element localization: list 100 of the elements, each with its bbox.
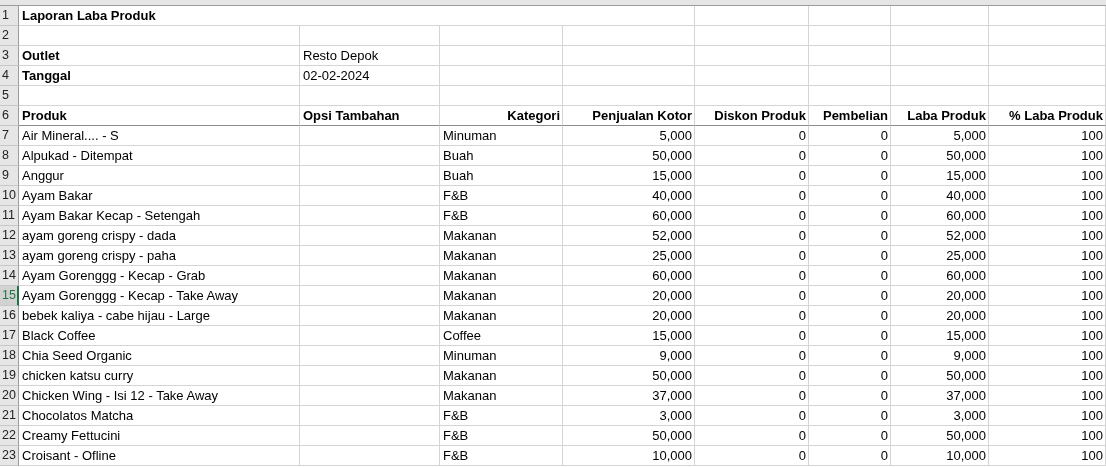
table-cell: Resto Depok (300, 46, 440, 66)
table-cell: Makanan (440, 306, 563, 326)
table-cell: 0 (809, 426, 891, 446)
table-cell: 5,000 (563, 126, 695, 146)
table-cell: ayam goreng crispy - dada (19, 226, 300, 246)
table-cell: Croisant - Ofline (19, 446, 300, 466)
table-cell: 0 (695, 306, 809, 326)
table-cell: 20,000 (891, 286, 989, 306)
row-number[interactable]: 20 (0, 386, 19, 406)
table-cell: Chicken Wing - Isi 12 - Take Away (19, 386, 300, 406)
table-cell: 0 (695, 166, 809, 186)
table-cell: 0 (809, 326, 891, 346)
table-cell: 37,000 (891, 386, 989, 406)
table-cell: 0 (809, 186, 891, 206)
row-number[interactable]: 8 (0, 146, 19, 166)
table-cell: 25,000 (891, 246, 989, 266)
table-cell: 40,000 (891, 186, 989, 206)
row-number[interactable]: 15 (0, 286, 19, 306)
table-cell: 0 (809, 206, 891, 226)
row-number[interactable]: 7 (0, 126, 19, 146)
row-number[interactable]: 1 (0, 6, 19, 26)
table-cell: 100 (989, 446, 1106, 466)
table-cell: 100 (989, 206, 1106, 226)
table-cell: Makanan (440, 286, 563, 306)
table-cell: 0 (809, 446, 891, 466)
table-cell: 50,000 (563, 146, 695, 166)
row-number[interactable]: 10 (0, 186, 19, 206)
table-cell: F&B (440, 426, 563, 446)
table-cell: Minuman (440, 346, 563, 366)
table-cell: 0 (695, 366, 809, 386)
row-number[interactable]: 16 (0, 306, 19, 326)
table-cell: Coffee (440, 326, 563, 346)
table-cell: Tanggal (19, 66, 300, 86)
row-number[interactable]: 2 (0, 26, 19, 46)
table-cell: 0 (695, 406, 809, 426)
table-cell: Diskon Produk (695, 106, 809, 126)
table-cell: Makanan (440, 246, 563, 266)
table-cell: F&B (440, 406, 563, 426)
table-cell: 10,000 (891, 446, 989, 466)
row-number[interactable]: 6 (0, 106, 19, 126)
table-cell: Anggur (19, 166, 300, 186)
table-cell: 0 (695, 286, 809, 306)
row-number[interactable]: 19 (0, 366, 19, 386)
table-cell: 0 (809, 146, 891, 166)
table-cell: 60,000 (563, 206, 695, 226)
table-cell: 50,000 (563, 426, 695, 446)
table-cell: 50,000 (563, 366, 695, 386)
row-number[interactable]: 22 (0, 426, 19, 446)
table-cell: 40,000 (563, 186, 695, 206)
row-number[interactable]: 5 (0, 86, 19, 106)
row-number[interactable]: 9 (0, 166, 19, 186)
table-cell: ayam goreng crispy - paha (19, 246, 300, 266)
table-cell: 52,000 (891, 226, 989, 246)
table-cell: 0 (695, 266, 809, 286)
table-cell: 100 (989, 426, 1106, 446)
table-cell: 100 (989, 386, 1106, 406)
table-cell: 100 (989, 406, 1106, 426)
table-cell: 0 (809, 406, 891, 426)
row-number[interactable]: 11 (0, 206, 19, 226)
table-cell: 50,000 (891, 146, 989, 166)
row-number[interactable]: 13 (0, 246, 19, 266)
table-cell: 0 (695, 426, 809, 446)
row-number[interactable]: 18 (0, 346, 19, 366)
table-cell: Buah (440, 166, 563, 186)
table-cell: 0 (695, 186, 809, 206)
table-cell: Outlet (19, 46, 300, 66)
row-number[interactable]: 14 (0, 266, 19, 286)
table-cell: 0 (809, 306, 891, 326)
table-cell: 100 (989, 306, 1106, 326)
table-cell: 0 (809, 166, 891, 186)
table-cell: 0 (695, 206, 809, 226)
row-number[interactable]: 21 (0, 406, 19, 426)
table-cell: 0 (695, 126, 809, 146)
row-number[interactable]: 17 (0, 326, 19, 346)
table-cell: F&B (440, 206, 563, 226)
table-cell: 100 (989, 366, 1106, 386)
table-cell: Chocolatos Matcha (19, 406, 300, 426)
row-number[interactable]: 12 (0, 226, 19, 246)
table-cell: Chia Seed Organic (19, 346, 300, 366)
table-cell: 15,000 (891, 166, 989, 186)
table-cell: Black Coffee (19, 326, 300, 346)
table-cell: 5,000 (891, 126, 989, 146)
table-cell: chicken katsu curry (19, 366, 300, 386)
table-cell: F&B (440, 446, 563, 466)
row-number[interactable]: 4 (0, 66, 19, 86)
table-cell: Makanan (440, 266, 563, 286)
row-number[interactable]: 3 (0, 46, 19, 66)
table-cell: 0 (695, 246, 809, 266)
table-cell: Makanan (440, 366, 563, 386)
table-cell: Makanan (440, 226, 563, 246)
table-cell: 0 (695, 346, 809, 366)
row-number[interactable]: 23 (0, 446, 19, 466)
table-cell: 50,000 (891, 366, 989, 386)
table-cell: 60,000 (891, 206, 989, 226)
table-cell: 100 (989, 246, 1106, 266)
table-cell: Laba Produk (891, 106, 989, 126)
table-cell: Buah (440, 146, 563, 166)
table-cell: 0 (809, 346, 891, 366)
table-cell: Minuman (440, 126, 563, 146)
table-cell: 9,000 (891, 346, 989, 366)
